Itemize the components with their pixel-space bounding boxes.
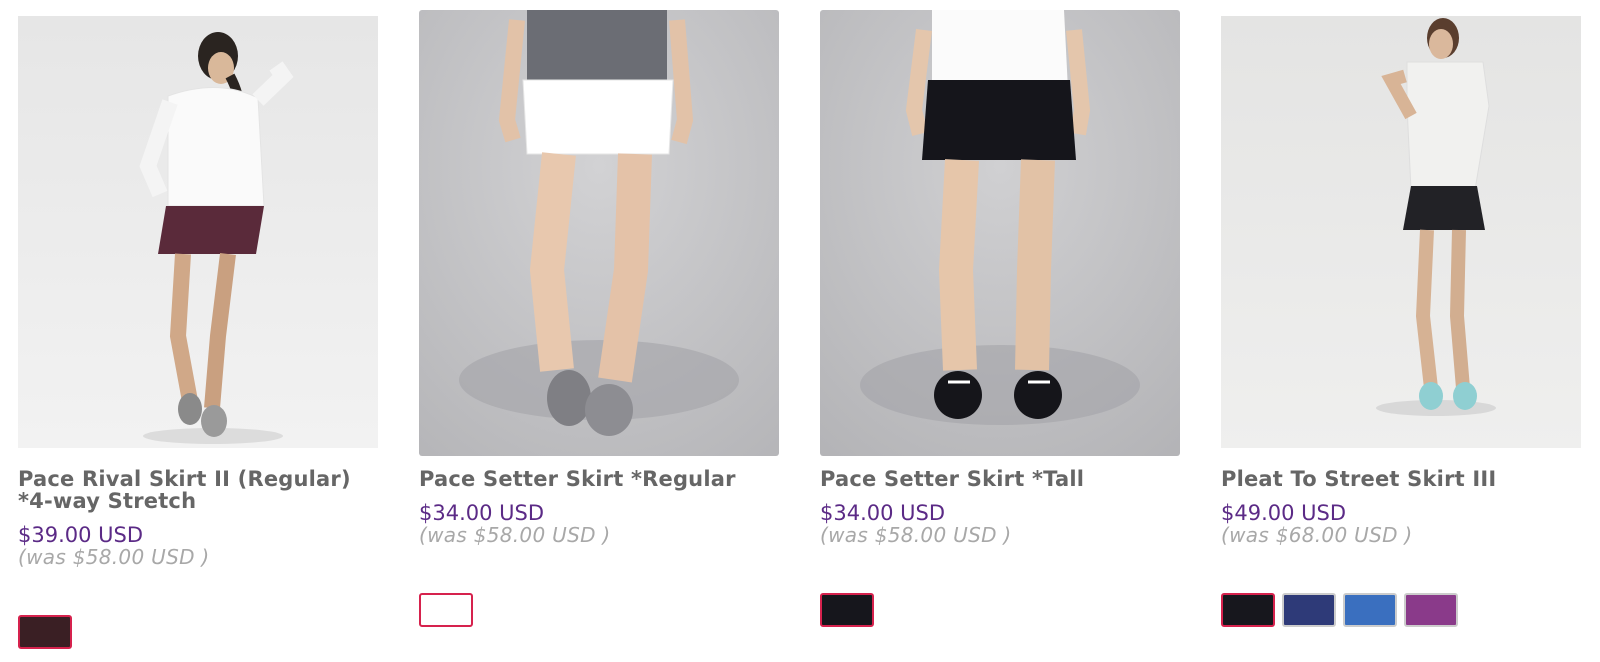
color-swatch[interactable] (1221, 593, 1275, 627)
model-photo-icon (419, 10, 779, 456)
product-image[interactable] (18, 16, 378, 448)
color-swatch[interactable] (1282, 593, 1336, 627)
color-swatches (419, 593, 473, 627)
color-swatches (1221, 593, 1458, 627)
color-swatch[interactable] (1404, 593, 1458, 627)
color-swatches (18, 615, 72, 649)
model-photo-icon (1221, 16, 1581, 448)
color-swatch[interactable] (820, 593, 874, 627)
original-price: (was $68.00 USD ) (1221, 523, 1413, 547)
product-price: $34.00 USD (820, 501, 946, 525)
product-name[interactable]: Pace Setter Skirt *Regular (419, 468, 779, 490)
product-image[interactable] (820, 10, 1180, 456)
product-price: $34.00 USD (419, 501, 545, 525)
product-price: $39.00 USD (18, 523, 144, 547)
original-price: (was $58.00 USD ) (18, 545, 210, 569)
color-swatch[interactable] (419, 593, 473, 627)
product-grid: Pace Rival Skirt II (Regular) *4-way Str… (0, 0, 1600, 662)
color-swatch[interactable] (1343, 593, 1397, 627)
product-name[interactable]: Pace Rival Skirt II (Regular) *4-way Str… (18, 468, 378, 512)
color-swatches (820, 593, 874, 627)
product-name[interactable]: Pace Setter Skirt *Tall (820, 468, 1180, 490)
original-price: (was $58.00 USD ) (820, 523, 1012, 547)
color-swatch[interactable] (18, 615, 72, 649)
model-photo-icon (820, 10, 1180, 456)
original-price: (was $58.00 USD ) (419, 523, 611, 547)
product-price: $49.00 USD (1221, 501, 1347, 525)
product-image[interactable] (419, 10, 779, 456)
product-name[interactable]: Pleat To Street Skirt III (1221, 468, 1581, 490)
model-photo-icon (18, 16, 378, 448)
product-image[interactable] (1221, 16, 1581, 448)
